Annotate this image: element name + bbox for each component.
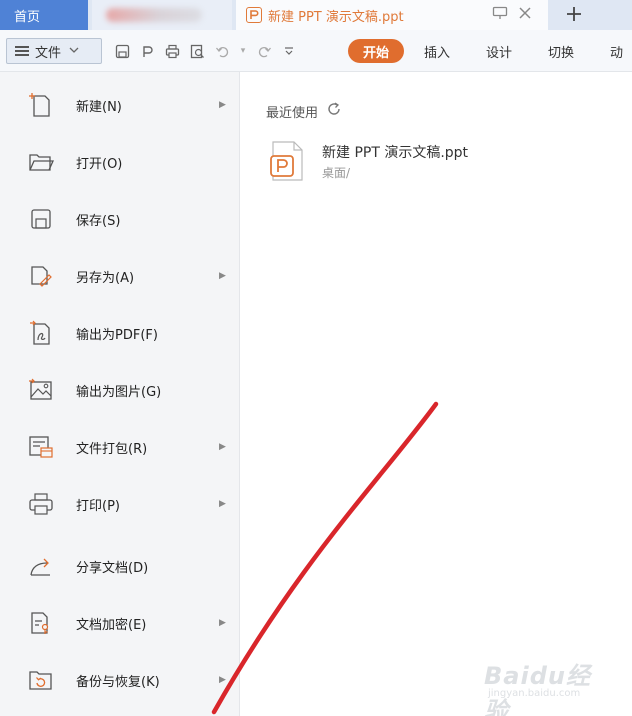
menu-icon [15,46,29,56]
submenu-arrow-icon: ▶ [219,675,226,685]
folder-open-icon [28,148,54,176]
save-toolbar-icon[interactable] [114,43,130,59]
undo-dropdown-icon[interactable]: ▾ [239,43,247,59]
export-toolbar-icon[interactable] [139,43,155,59]
submenu-arrow-icon: ▶ [219,271,226,281]
package-icon [28,433,54,461]
menu-item-export-pdf-label: 输出为PDF(F) [76,327,158,343]
submenu-arrow-icon: ▶ [219,499,226,509]
menu-item-export-image-label: 输出为图片(G) [76,384,162,400]
backup-icon [28,666,54,694]
tab-transition[interactable]: 切换 [548,39,574,63]
close-icon[interactable] [518,6,532,24]
tab-insert[interactable]: 插入 [424,39,450,63]
menu-item-save[interactable]: 保存(S) [0,191,240,247]
tab-blurred[interactable] [92,0,232,30]
menu-item-save-as-label: 另存为(A) [76,270,135,286]
watermark-url: jingyan.baidu.com [488,688,581,699]
new-file-icon [28,91,54,119]
recent-section-title: 最近使用 [266,101,342,121]
tab-bar: 首页 新建 PPT 演示文稿.ppt [0,0,632,30]
menu-item-open-label: 打开(O) [76,156,123,172]
menu-item-backup-label: 备份与恢复(K) [76,674,160,690]
tab-design[interactable]: 设计 [486,39,512,63]
undo-icon[interactable] [214,43,230,59]
tab-document[interactable]: 新建 PPT 演示文稿.ppt [236,0,548,30]
menu-item-package[interactable]: 文件打包(R) ▶ [0,419,240,475]
file-menu-button[interactable]: 文件 [6,38,102,64]
menu-item-print-label: 打印(P) [76,498,120,514]
ppt-icon [246,7,262,23]
chevron-down-icon [69,46,79,57]
menu-item-new-label: 新建(N) [76,99,122,115]
refresh-icon[interactable] [326,101,342,121]
save-icon [28,205,54,233]
pdf-export-icon [28,319,54,347]
menu-item-export-image[interactable]: 输出为图片(G) [0,362,240,418]
menu-item-backup[interactable]: 备份与恢复(K) ▶ [0,652,240,708]
recent-file-item[interactable]: 新建 PPT 演示文稿.ppt 桌面/ [270,138,570,186]
ppt-file-icon [270,140,304,182]
image-export-icon [28,376,54,404]
submenu-arrow-icon: ▶ [219,618,226,628]
tab-start[interactable]: 开始 [348,39,404,63]
plus-icon [566,3,582,28]
file-menu-panel: 新建(N) ▶ 打开(O) 保存(S) 另存为(A) ▶ 输出为PDF(F) 输… [0,72,240,716]
recent-file-path: 桌面/ [322,166,351,180]
menu-item-export-pdf[interactable]: 输出为PDF(F) [0,305,240,361]
submenu-arrow-icon: ▶ [219,442,226,452]
share-icon [28,552,54,580]
menu-item-open[interactable]: 打开(O) [0,134,240,190]
save-as-icon [28,262,54,290]
print-preview-icon[interactable] [189,43,205,59]
pin-icon[interactable] [492,6,508,24]
menu-item-package-label: 文件打包(R) [76,441,148,457]
tab-home-label: 首页 [14,9,41,25]
redo-icon[interactable] [256,43,272,59]
print-icon [28,490,54,518]
file-menu-label: 文件 [35,45,62,61]
encrypt-icon [28,609,54,637]
recent-file-name: 新建 PPT 演示文稿.ppt [322,145,469,161]
print-toolbar-icon[interactable] [164,43,180,59]
menu-item-new[interactable]: 新建(N) ▶ [0,77,240,133]
watermark-text: Baidu经验 [484,662,591,716]
recent-title-text: 最近使用 [266,105,319,121]
watermark-logo: Baidu经验 jingyan.baidu.com [484,656,606,716]
menu-item-print[interactable]: 打印(P) ▶ [0,476,240,532]
submenu-arrow-icon: ▶ [219,100,226,110]
tab-home[interactable]: 首页 [0,0,88,30]
menu-item-save-label: 保存(S) [76,213,121,229]
tab-document-title: 新建 PPT 演示文稿.ppt [268,9,404,25]
new-tab-button[interactable] [556,0,592,30]
menu-item-share-label: 分享文档(D) [76,560,149,576]
blurred-tab-content [106,8,202,22]
menu-item-encrypt[interactable]: 文档加密(E) ▶ [0,595,240,651]
tab-animation[interactable]: 动 [610,39,623,63]
menu-item-share[interactable]: 分享文档(D) [0,538,240,594]
toolbar: 文件 ▾ 开始 插入 设计 切换 动 [0,30,632,72]
menu-item-save-as[interactable]: 另存为(A) ▶ [0,248,240,304]
menu-item-encrypt-label: 文档加密(E) [76,617,147,633]
customize-toolbar-icon[interactable] [281,43,297,59]
